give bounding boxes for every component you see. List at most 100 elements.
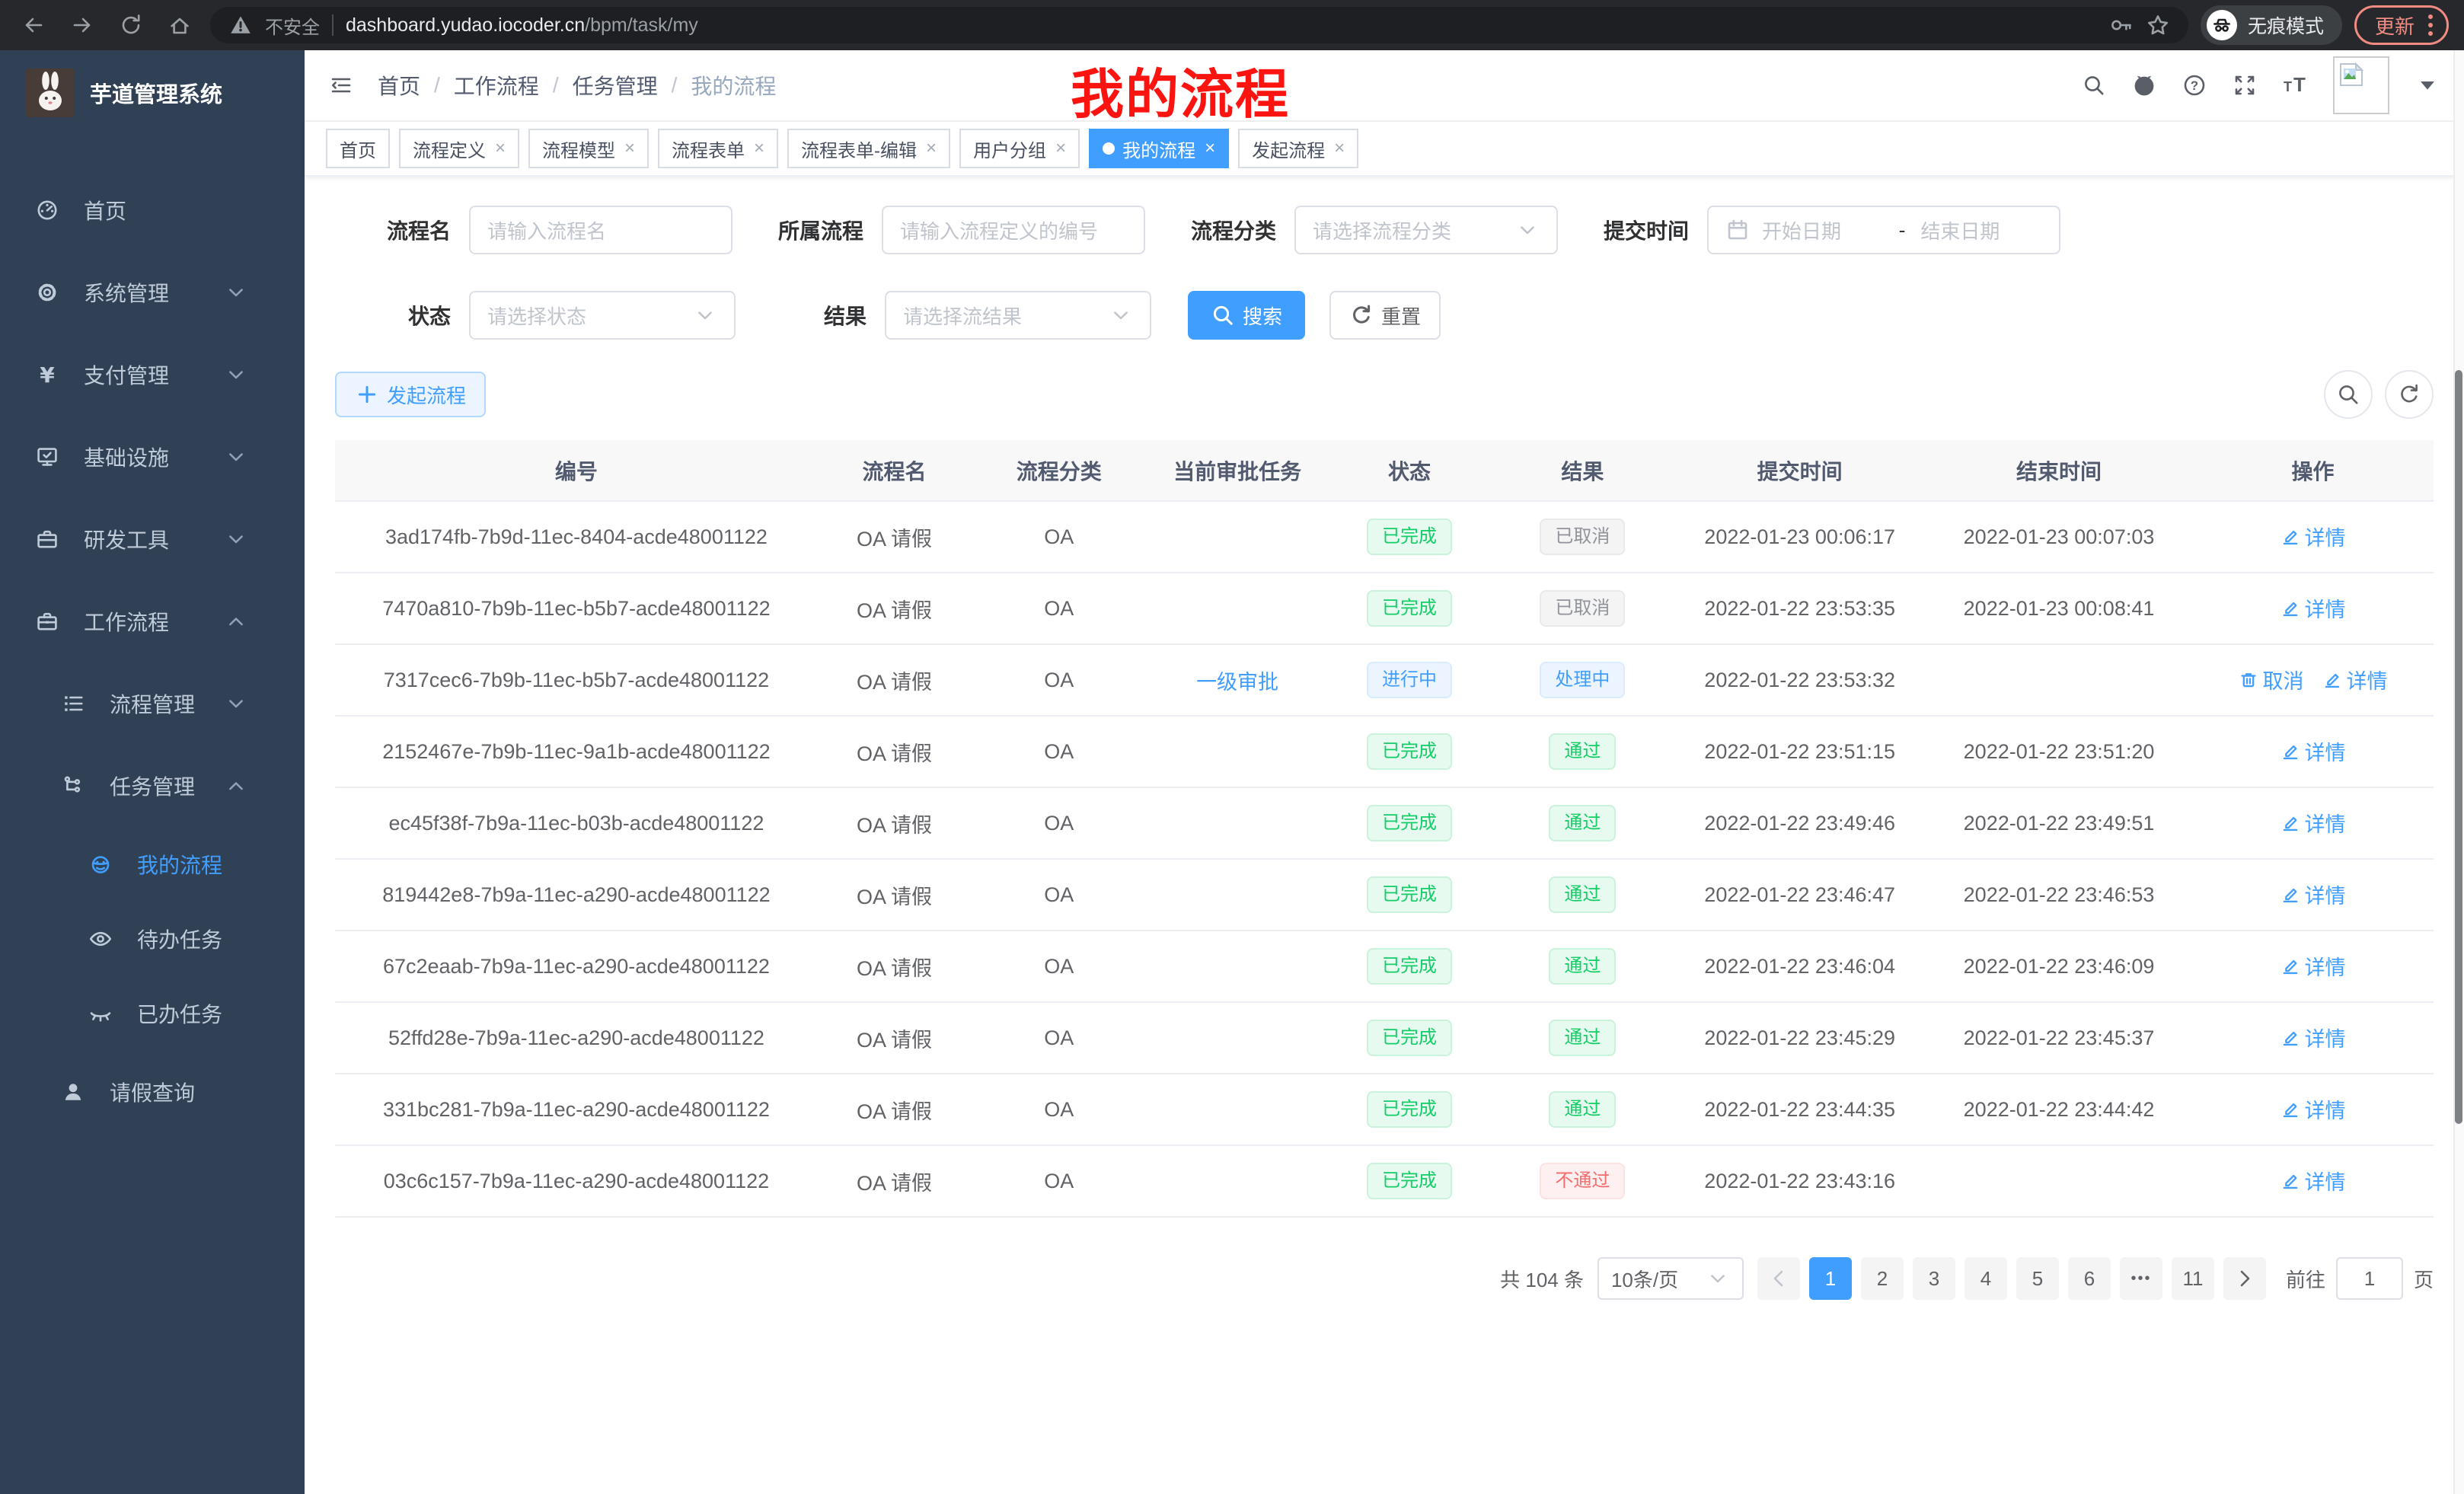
sidebar-item-待办任务[interactable]: 待办任务 [0,902,305,976]
page-button-2[interactable]: 2 [1861,1257,1904,1300]
close-tab-icon[interactable]: × [754,138,764,159]
status-select[interactable]: 请选择状态 [469,291,736,340]
tab-我的流程[interactable]: 我的流程× [1089,129,1229,168]
page-button-4[interactable]: 4 [1964,1257,2007,1300]
browser-address-bar[interactable]: 不安全 dashboard.yudao.iocoder.cn/bpm/task/… [210,7,2188,43]
pager-ellipsis[interactable]: ••• [2120,1257,2162,1300]
header-search-icon[interactable] [2082,73,2106,97]
tab-流程表单[interactable]: 流程表单× [658,129,778,168]
tab-流程表单-编辑[interactable]: 流程表单-编辑× [787,129,950,168]
user-menu-caret-icon[interactable] [2415,73,2440,97]
sidebar-item-首页[interactable]: 首页 [0,169,305,251]
help-icon[interactable]: ? [2182,73,2207,97]
sidebar-item-研发工具[interactable]: 研发工具 [0,498,305,580]
cell-end-time: 2022-01-22 23:44:42 [1926,1074,2192,1145]
font-size-icon[interactable]: TT [2283,73,2307,97]
submit-time-range-input[interactable]: 开始日期 - 结束日期 [1707,206,2060,254]
navbar-actions: ? TT [2082,56,2440,114]
close-tab-icon[interactable]: × [1055,138,1066,159]
cell-status: 已完成 [1328,931,1492,1002]
close-tab-icon[interactable]: × [1334,138,1345,159]
process-category-select[interactable]: 请选择流程分类 [1294,206,1558,254]
sidebar-item-基础设施[interactable]: 基础设施 [0,416,305,498]
close-tab-icon[interactable]: × [624,138,635,159]
user-icon [61,1080,85,1104]
sidebar-item-流程管理[interactable]: 流程管理 [0,662,305,745]
sidebar-item-支付管理[interactable]: ¥支付管理 [0,334,305,416]
status-badge: 已完成 [1367,519,1452,554]
detail-action-link[interactable]: 详情 [2280,593,2346,623]
page-button-6[interactable]: 6 [2068,1257,2111,1300]
refresh-table-button[interactable] [2385,370,2434,419]
cell-current-task [1147,859,1328,931]
tab-流程定义[interactable]: 流程定义× [399,129,519,168]
browser-update-button[interactable]: 更新 [2354,5,2449,45]
tab-首页[interactable]: 首页 [326,129,390,168]
browser-home-icon[interactable] [161,7,198,43]
fullscreen-icon[interactable] [2233,73,2257,97]
detail-action-link[interactable]: 详情 [2280,1023,2346,1052]
search-button[interactable]: 搜索 [1188,291,1305,340]
browser-back-icon[interactable] [15,7,52,43]
page-button-5[interactable]: 5 [2016,1257,2059,1300]
detail-action-link[interactable]: 详情 [2280,522,2346,551]
close-tab-icon[interactable]: × [495,138,506,159]
page-button-3[interactable]: 3 [1913,1257,1955,1300]
scrollbar-thumb[interactable] [2455,370,2462,1124]
page-button-1[interactable]: 1 [1809,1257,1852,1300]
cell-category: OA [971,1074,1147,1145]
page-size-select[interactable]: 10条/页 [1597,1257,1744,1300]
page-button-11[interactable]: 11 [2172,1257,2214,1300]
tab-发起流程[interactable]: 发起流程× [1238,129,1358,168]
sidebar-item-请假查询[interactable]: 请假查询 [0,1051,305,1133]
password-key-icon[interactable] [2109,13,2134,37]
prev-page-button[interactable] [1757,1257,1800,1300]
bookmark-star-icon[interactable] [2146,13,2170,37]
reset-button[interactable]: 重置 [1329,291,1441,340]
sidebar-item-工作流程[interactable]: 工作流程 [0,580,305,662]
process-name-input[interactable]: 请输入流程名 [469,206,732,254]
cancel-action-link[interactable]: 取消 [2239,665,2304,694]
app-logo-row[interactable]: 芋道管理系统 [0,50,305,136]
cell-current-task [1147,1002,1328,1074]
sidebar-item-任务管理[interactable]: 任务管理 [0,745,305,827]
sidebar-item-已办任务[interactable]: 已办任务 [0,976,305,1051]
breadcrumb-item[interactable]: 工作流程 [454,70,539,101]
goto-page-input[interactable] [2336,1257,2403,1300]
detail-action-link[interactable]: 详情 [2322,665,2388,694]
breadcrumb-item[interactable]: 任务管理 [573,70,658,101]
app-logo-image [26,69,75,117]
detail-action-link[interactable]: 详情 [2280,808,2346,838]
cell-process-name: OA 请假 [818,787,971,859]
tab-流程模型[interactable]: 流程模型× [528,129,649,168]
current-task-link[interactable]: 一级审批 [1196,666,1278,695]
window-scrollbar[interactable] [2453,50,2464,1494]
sidebar-item-系统管理[interactable]: 系统管理 [0,251,305,334]
sidebar-item-我的流程[interactable]: 我的流程 [0,827,305,902]
process-definition-input[interactable]: 请输入流程定义的编号 [882,206,1145,254]
result-select[interactable]: 请选择流结果 [885,291,1151,340]
sidebar-toggle-icon[interactable] [329,73,353,97]
avatar[interactable] [2333,56,2389,114]
toggle-search-button[interactable] [2324,370,2373,419]
browser-forward-icon[interactable] [64,7,101,43]
detail-action-link[interactable]: 详情 [2280,879,2346,909]
tab-用户分组[interactable]: 用户分组× [959,129,1080,168]
create-process-button[interactable]: 发起流程 [335,372,486,417]
cell-result: 已取消 [1492,573,1674,644]
sidebar-item-label: 任务管理 [110,771,195,801]
detail-action-link[interactable]: 详情 [2280,1166,2346,1196]
browser-reload-icon[interactable] [113,7,149,43]
next-page-button[interactable] [2223,1257,2266,1300]
cell-actions: 详情 [2192,1145,2434,1217]
chevron-down-icon [224,280,248,305]
detail-action-link[interactable]: 详情 [2280,951,2346,981]
close-tab-icon[interactable]: × [1205,138,1215,159]
close-tab-icon[interactable]: × [926,138,937,159]
detail-action-link[interactable]: 详情 [2280,1094,2346,1124]
breadcrumb-item[interactable]: 首页 [378,70,420,101]
github-icon[interactable] [2132,73,2156,97]
cell-process-id: 7317cec6-7b9b-11ec-b5b7-acde48001122 [335,644,818,716]
browser-menu-icon[interactable] [2428,14,2433,36]
detail-action-link[interactable]: 详情 [2280,736,2346,766]
